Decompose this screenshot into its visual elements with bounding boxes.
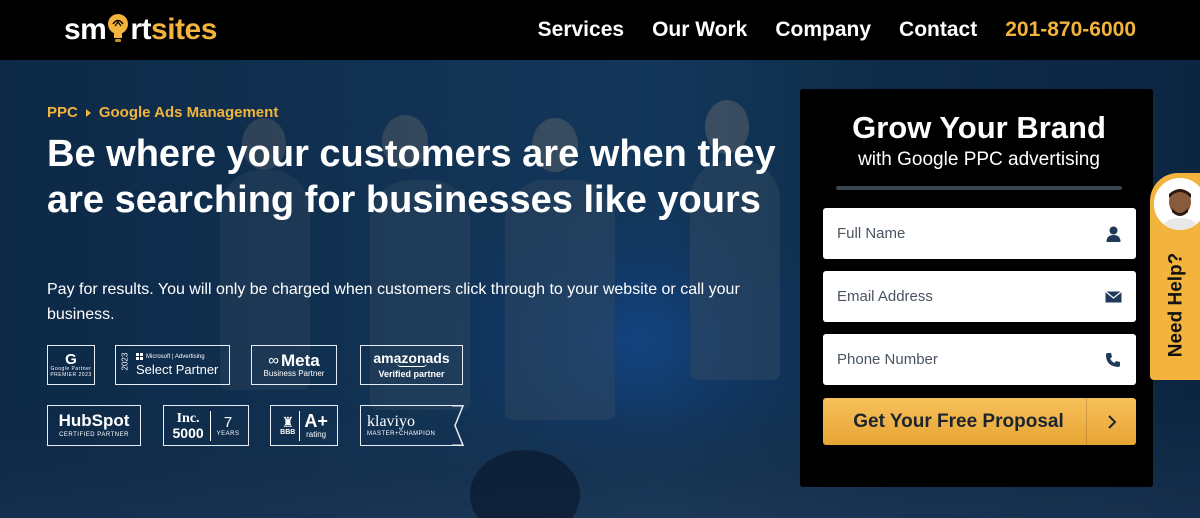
badge-year: 2023 xyxy=(120,352,130,370)
badge-title: Inc. xyxy=(176,410,200,426)
inc-5000-badge: Inc. 5000 7 YEARS xyxy=(163,405,249,446)
get-proposal-button[interactable]: Get Your Free Proposal xyxy=(823,398,1136,445)
badge-divider xyxy=(299,410,301,441)
user-icon xyxy=(1104,225,1122,243)
main-nav: Services Our Work Company Contact 201-87… xyxy=(538,0,1136,60)
email-input[interactable] xyxy=(837,288,1104,305)
badge-brand: Microsoft | Advertising xyxy=(146,353,205,360)
need-help-label[interactable]: Need Help? xyxy=(1156,240,1196,370)
badge-years-label: YEARS xyxy=(216,430,240,437)
phone-field[interactable] xyxy=(823,334,1136,385)
top-navigation-bar: sm rt sites Services Our Work Company Co… xyxy=(0,0,1200,60)
logo-text-mid: rt xyxy=(130,13,152,46)
nav-our-work[interactable]: Our Work xyxy=(652,18,747,42)
google-partner-badge: G Google Partner PREMIER 2023 xyxy=(47,345,95,385)
support-agent-avatar[interactable] xyxy=(1152,176,1200,232)
badge-line: PREMIER 2023 xyxy=(50,371,92,378)
cta-label: Get Your Free Proposal xyxy=(853,410,1064,432)
caret-right-icon xyxy=(85,108,91,117)
form-divider xyxy=(836,186,1122,190)
need-help-text: Need Help? xyxy=(1165,252,1186,358)
hubspot-partner-badge: HubSpot CERTIFIED PARTNER xyxy=(47,405,141,446)
form-title: Grow Your Brand xyxy=(852,110,1106,145)
badge-sub: Verified partner xyxy=(378,369,445,379)
meta-partner-badge: ∞ Meta Business Partner xyxy=(251,345,337,385)
badge-years-num: 7 xyxy=(223,413,233,431)
badge-label: rating xyxy=(306,430,327,439)
hero-subtext: Pay for results. You will only be charge… xyxy=(47,281,740,323)
badge-sub: Business Partner xyxy=(263,369,325,378)
logo-text-suffix: sites xyxy=(151,13,217,46)
phone-input[interactable] xyxy=(837,351,1104,368)
badge-num: 5000 xyxy=(172,424,204,441)
chevron-right-icon xyxy=(1086,398,1136,445)
google-g-icon: G xyxy=(65,351,77,368)
email-field[interactable] xyxy=(823,271,1136,322)
smartsites-logo[interactable]: sm rt sites xyxy=(64,11,217,49)
full-name-field[interactable] xyxy=(823,208,1136,259)
ribbon-notch-icon xyxy=(452,404,464,446)
badge-title: HubSpot xyxy=(58,411,130,431)
badge-sub: MASTER+CHAMPION xyxy=(367,431,436,438)
microsoft-partner-badge: 2023 Microsoft | Advertising Select Part… xyxy=(115,345,230,385)
microsoft-logo-icon xyxy=(136,353,143,360)
full-name-input[interactable] xyxy=(837,225,1104,242)
nav-contact[interactable]: Contact xyxy=(899,18,977,42)
bbb-torch-icon: ♜ xyxy=(281,414,295,430)
hero-headline: Be where your customers are when they ar… xyxy=(47,133,776,221)
envelope-icon xyxy=(1104,288,1122,306)
klaviyo-badge: klaviyo MASTER+CHAMPION xyxy=(360,404,464,446)
form-subtitle: with Google PPC advertising xyxy=(858,149,1100,170)
badge-sub: CERTIFIED PARTNER xyxy=(59,432,129,439)
amazon-smile-icon xyxy=(396,363,427,367)
bbb-rating-badge: ♜ BBB A+ rating xyxy=(270,405,338,446)
phone-link[interactable]: 201-870-6000 xyxy=(1005,18,1136,42)
badge-grade: A+ xyxy=(304,411,328,431)
phone-icon xyxy=(1104,351,1122,369)
breadcrumb: PPC Google Ads Management xyxy=(47,104,278,121)
badge-bbb: BBB xyxy=(280,429,296,436)
badge-divider xyxy=(209,410,211,441)
nav-services[interactable]: Services xyxy=(538,18,624,42)
breadcrumb-ppc[interactable]: PPC xyxy=(47,104,78,121)
meta-infinity-icon: ∞ xyxy=(268,352,279,369)
nav-company[interactable]: Company xyxy=(775,18,871,42)
badge-title: Select Partner xyxy=(136,362,219,377)
badge-title: klaviyo xyxy=(367,413,415,431)
lightbulb-icon xyxy=(107,13,129,43)
logo-text-prefix: sm xyxy=(64,13,107,46)
amazon-ads-badge: amazonads Verified partner xyxy=(360,345,463,385)
badge-title: Meta xyxy=(280,351,320,370)
breadcrumb-google-ads: Google Ads Management xyxy=(98,104,279,121)
